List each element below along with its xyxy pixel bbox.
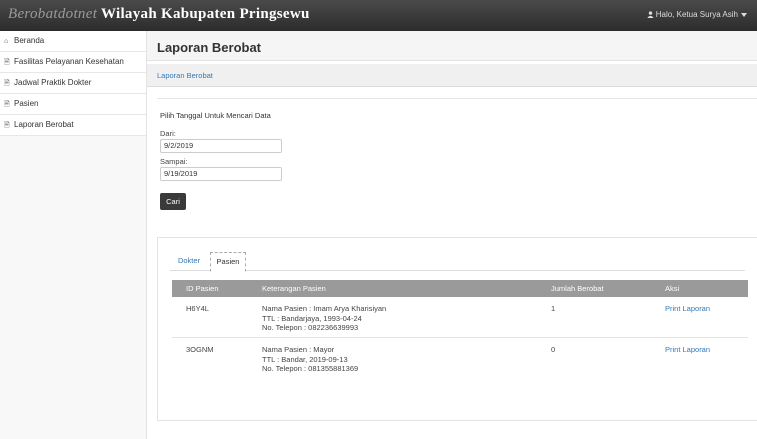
- from-label: Dari:: [160, 129, 176, 138]
- tab-pasien[interactable]: Pasien: [210, 252, 246, 272]
- chevron-down-icon: [741, 12, 747, 17]
- tab-bar: Dokter Pasien: [170, 252, 745, 272]
- table-header: ID Pasien Keterangan Pasien Jumlah Berob…: [172, 280, 748, 297]
- form-title: Pilih Tanggal Untuk Mencari Data: [160, 111, 271, 120]
- sidebar-item-beranda[interactable]: ⌂ Beranda: [0, 31, 146, 52]
- visit-count: 1: [551, 304, 556, 313]
- patient-id: 3OGNM: [186, 345, 214, 354]
- brand-title[interactable]: Berobatdotnet Wilayah Kabupaten Pringsew…: [8, 6, 310, 23]
- brand-region: Wilayah Kabupaten Pringsewu: [97, 6, 310, 22]
- results-panel: Dokter Pasien ID Pasien Keterangan Pasie…: [157, 237, 757, 421]
- patient-details: Nama Pasien : Imam Arya Kharisiyan TTL :…: [262, 304, 386, 333]
- to-label: Sampai:: [160, 157, 188, 166]
- sidebar-item-label: Fasilitas Pelayanan Kesehatan: [14, 57, 124, 66]
- header-jumlah: Jumlah Berobat: [551, 284, 604, 293]
- sidebar: ⌂ Beranda 🗎 Fasilitas Pelayanan Kesehatan …: [0, 31, 147, 439]
- table-row: H6Y4L Nama Pasien : Imam Arya Kharisiyan…: [172, 297, 748, 338]
- sidebar-item-label: Laporan Berobat: [14, 120, 74, 129]
- date-filter-form: Pilih Tanggal Untuk Mencari Data Dari: 9…: [147, 99, 757, 210]
- sidebar-item-label: Jadwal Praktik Dokter: [14, 78, 92, 87]
- home-icon: ⌂: [4, 38, 9, 45]
- header-aksi: Aksi: [665, 284, 680, 293]
- document-icon: 🗎: [4, 101, 10, 108]
- print-report-link[interactable]: Print Laporan: [665, 345, 710, 354]
- sidebar-item-laporan[interactable]: 🗎 Laporan Berobat: [0, 115, 146, 136]
- user-menu[interactable]: Halo, Ketua Surya Asih: [647, 10, 747, 19]
- to-date-input[interactable]: 9/19/2019: [160, 167, 282, 181]
- breadcrumb-link[interactable]: Laporan Berobat: [157, 71, 213, 80]
- sidebar-item-label: Beranda: [14, 36, 45, 45]
- document-icon: 🗎: [4, 80, 10, 87]
- patient-id: H6Y4L: [186, 304, 209, 313]
- patient-ttl: TTL : Bandar, 2019-09-13: [262, 354, 348, 364]
- visit-count: 0: [551, 345, 556, 354]
- document-icon: 🗎: [4, 122, 10, 129]
- header-id: ID Pasien: [186, 284, 219, 293]
- patient-phone: No. Telepon : 081355881369: [262, 364, 359, 373]
- search-button[interactable]: Cari: [160, 193, 186, 210]
- patient-ttl: TTL : Bandarjaya, 1993-04-24: [262, 313, 362, 323]
- patient-phone: No. Telepon : 082236639993: [262, 323, 359, 332]
- user-icon: [647, 11, 654, 18]
- from-date-input[interactable]: 9/2/2019: [160, 139, 282, 153]
- patient-details: Nama Pasien : Mayor TTL : Bandar, 2019-0…: [262, 345, 358, 374]
- page-title: Laporan Berobat: [147, 31, 757, 61]
- sidebar-item-pasien[interactable]: 🗎 Pasien: [0, 94, 146, 115]
- document-icon: 🗎: [4, 59, 10, 66]
- main-content: Laporan Berobat Laporan Berobat Pilih Ta…: [147, 31, 757, 439]
- header-keterangan: Keterangan Pasien: [262, 284, 326, 293]
- patient-name: Nama Pasien : Mayor: [262, 345, 335, 354]
- print-report-link[interactable]: Print Laporan: [665, 304, 710, 313]
- patient-table: ID Pasien Keterangan Pasien Jumlah Berob…: [172, 280, 748, 382]
- sidebar-item-label: Pasien: [14, 99, 39, 108]
- brand-italic: Berobatdotnet: [8, 6, 98, 22]
- tab-dokter[interactable]: Dokter: [170, 252, 208, 271]
- sidebar-item-jadwal[interactable]: 🗎 Jadwal Praktik Dokter: [0, 73, 146, 94]
- patient-name: Nama Pasien : Imam Arya Kharisiyan: [262, 304, 387, 313]
- sidebar-item-fasilitas[interactable]: 🗎 Fasilitas Pelayanan Kesehatan: [0, 52, 146, 73]
- table-row: 3OGNM Nama Pasien : Mayor TTL : Bandar, …: [172, 338, 748, 382]
- top-navbar: Berobatdotnet Wilayah Kabupaten Pringsew…: [0, 0, 757, 31]
- user-greeting: Halo, Ketua Surya Asih: [655, 10, 738, 19]
- breadcrumb[interactable]: Laporan Berobat: [147, 64, 757, 87]
